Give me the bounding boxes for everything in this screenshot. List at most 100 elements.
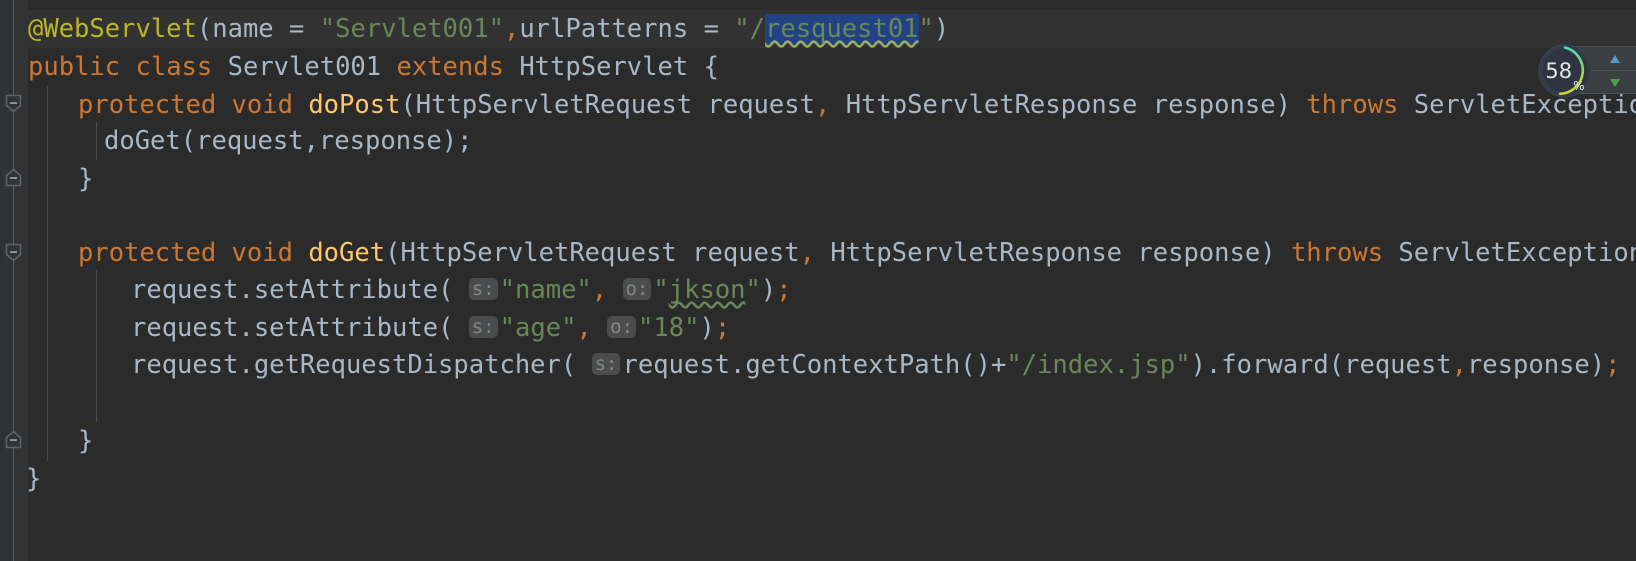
typo-jkson: jkson bbox=[668, 275, 746, 305]
code-content[interactable]: @WebServlet(name = "Servlet001",urlPatte… bbox=[0, 0, 1636, 561]
code-line-12[interactable]: } bbox=[78, 422, 93, 460]
arg-response-forward: response bbox=[1466, 350, 1590, 380]
gauge-percent-value: 58 bbox=[1545, 59, 1573, 83]
brace-close-doget: } bbox=[78, 426, 94, 456]
quote-close-url: " bbox=[918, 14, 934, 44]
keyword-throws-doget: throws bbox=[1290, 238, 1384, 268]
comma-doget: , bbox=[799, 238, 815, 268]
type-servlet001: Servlet001 bbox=[227, 52, 382, 82]
inlay-hint-s-8: s: bbox=[468, 278, 498, 300]
code-line-2[interactable]: public class Servlet001 extends HttpServ… bbox=[28, 48, 719, 86]
equals-2: = bbox=[688, 14, 735, 44]
paren-close-9: ) bbox=[699, 313, 715, 343]
comma-1: , bbox=[503, 14, 520, 44]
attr-urlpatterns: urlPatterns bbox=[519, 14, 689, 44]
inlay-hint-s-9: s: bbox=[468, 316, 498, 338]
paren-close-dopost: ) bbox=[1275, 90, 1291, 120]
parens-getcontextpath: () bbox=[960, 350, 991, 380]
paren-open-8: ( bbox=[438, 275, 454, 305]
selected-typo-word[interactable]: resquest01 bbox=[765, 14, 919, 44]
type-httpservletresponse-dopost: HttpServletResponse bbox=[845, 90, 1138, 120]
keyword-class: class bbox=[135, 52, 213, 82]
var-request-inner-10: request bbox=[622, 350, 730, 380]
code-line-7[interactable]: protected void doGet(HttpServletRequest … bbox=[78, 234, 1636, 272]
paren-open-forward: ( bbox=[1328, 350, 1345, 380]
string-18: "18" bbox=[638, 313, 700, 343]
equals-1: = bbox=[273, 14, 320, 44]
fold-marker-dopost-end[interactable] bbox=[5, 168, 22, 187]
paren-open-9: ( bbox=[438, 313, 454, 343]
code-editor[interactable]: @WebServlet(name = "Servlet001",urlPatte… bbox=[0, 0, 1636, 561]
inlay-hint-o-9: o: bbox=[607, 316, 637, 338]
var-request-8: request bbox=[131, 275, 239, 305]
param-response-doget: response bbox=[1137, 238, 1261, 268]
fold-marker-doget-end[interactable] bbox=[5, 430, 22, 449]
fold-marker-dopost-start[interactable] bbox=[5, 94, 22, 113]
quote-close-jkson: " bbox=[745, 275, 761, 305]
type-httpservletresponse-doget: HttpServletResponse bbox=[830, 238, 1123, 268]
type-httpservletrequest-dopost: HttpServletRequest bbox=[415, 90, 693, 120]
type-httpservlet: HttpServlet bbox=[519, 52, 689, 82]
brace-open-class: { bbox=[703, 52, 719, 82]
code-line-13[interactable]: } bbox=[26, 460, 41, 498]
code-line-4[interactable]: doGet(request,response); bbox=[104, 122, 472, 160]
string-index-jsp: "/index.jsp" bbox=[1006, 350, 1191, 380]
exception-servlet-doget: ServletException bbox=[1398, 238, 1636, 268]
brace-close-dopost: } bbox=[78, 164, 94, 194]
paren-open-1: ( bbox=[196, 14, 213, 44]
inlay-hint-s-10: s: bbox=[591, 353, 621, 375]
comma-dopost: , bbox=[814, 90, 831, 120]
code-line-1[interactable]: @WebServlet(name = "Servlet001",urlPatte… bbox=[28, 10, 949, 48]
gauge-label: 58% bbox=[1538, 44, 1592, 98]
code-line-8[interactable]: request.setAttribute( s: "name", o: "jkson… bbox=[131, 271, 792, 309]
down-arrow-icon bbox=[1610, 78, 1620, 87]
quote-open-jkson: " bbox=[653, 275, 669, 305]
fold-marker-doget-start[interactable] bbox=[5, 243, 22, 262]
inlay-hint-o-8: o: bbox=[622, 278, 652, 300]
paren-close-doget: ) bbox=[1260, 238, 1276, 268]
gauge-percent-symbol: % bbox=[1573, 79, 1585, 93]
dot-9: . bbox=[238, 313, 254, 343]
method-getrequestdispatcher: getRequestDispatcher bbox=[253, 350, 561, 380]
paren-close-8: ) bbox=[760, 275, 777, 305]
quote-open-url: " bbox=[734, 14, 750, 44]
exception-servlet-dopost: ServletException bbox=[1413, 90, 1636, 120]
paren-close-forward: ) bbox=[1589, 350, 1606, 380]
dot-10: . bbox=[238, 350, 254, 380]
code-line-5[interactable]: } bbox=[78, 160, 93, 198]
comma-forward: , bbox=[1451, 350, 1467, 380]
keyword-protected-doget: protected bbox=[78, 238, 217, 268]
method-dopost: doPost bbox=[308, 90, 401, 120]
keyword-public: public bbox=[28, 52, 121, 82]
param-request-dopost: request bbox=[707, 90, 815, 120]
arg-request-forward: request bbox=[1344, 350, 1452, 380]
call-doget: doGet(request,response); bbox=[104, 126, 473, 156]
annotation-webservlet: @WebServlet bbox=[28, 14, 197, 44]
code-line-3[interactable]: protected void doPost(HttpServletRequest… bbox=[78, 86, 1636, 124]
paren-close-1: ) bbox=[933, 14, 950, 44]
dot-inner-10: . bbox=[729, 350, 746, 380]
method-getcontextpath: getContextPath bbox=[745, 350, 961, 380]
method-doget: doGet bbox=[308, 238, 386, 268]
param-response-dopost: response bbox=[1152, 90, 1276, 120]
param-request-doget: request bbox=[692, 238, 800, 268]
keyword-throws-dopost: throws bbox=[1306, 90, 1399, 120]
plus-operator-10: + bbox=[990, 350, 1007, 380]
dot-forward-10: . bbox=[1205, 350, 1222, 380]
code-line-10[interactable]: request.getRequestDispatcher( s: request.… bbox=[131, 346, 1620, 384]
method-setattribute-9: setAttribute bbox=[253, 313, 439, 343]
keyword-extends: extends bbox=[396, 52, 504, 82]
attr-name: name bbox=[212, 14, 274, 44]
string-servlet001: "Servlet001" bbox=[319, 14, 504, 44]
up-arrow-icon bbox=[1610, 54, 1620, 63]
keyword-void-dopost: void bbox=[231, 90, 293, 120]
type-httpservletrequest-doget: HttpServletRequest bbox=[400, 238, 677, 268]
paren-open-10: ( bbox=[560, 350, 577, 380]
comma-9: , bbox=[576, 313, 592, 343]
code-line-9[interactable]: request.setAttribute( s: "age", o: "18"); bbox=[131, 309, 730, 347]
keyword-void-doget: void bbox=[231, 238, 293, 268]
semicolon-10: ; bbox=[1605, 350, 1621, 380]
dot-8: . bbox=[238, 275, 254, 305]
code-analysis-progress-gauge[interactable]: 58% bbox=[1538, 44, 1592, 98]
keyword-protected-dopost: protected bbox=[78, 90, 217, 120]
